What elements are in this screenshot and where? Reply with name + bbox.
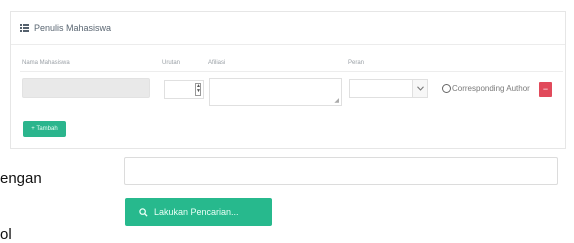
header-divider [20,71,563,72]
resize-grip-icon[interactable]: ◢ [334,98,339,104]
column-header-order: Urutan [162,60,181,66]
remove-author-button[interactable]: − [539,82,552,97]
background-search-input[interactable] [124,157,558,185]
list-icon [20,24,29,32]
student-authors-panel: Penulis Mahasiswa Nama Mahasiswa Urutan … [10,11,566,149]
corresponding-author-label: Corresponding Author [452,84,530,93]
chevron-down-icon [416,86,424,91]
background-text-fragment: engan [0,170,42,187]
add-author-button[interactable]: + Tambah [23,121,66,137]
column-header-role: Peran [348,60,365,66]
affiliation-textarea[interactable]: ◢ [209,78,342,106]
select-caret [412,80,427,97]
panel-header: Penulis Mahasiswa [11,12,565,45]
spinner-arrows-icon[interactable]: ▲ ▼ [195,83,201,96]
column-header-affiliation: Afiliasi [208,60,226,66]
role-select[interactable] [349,79,428,98]
panel-title: Penulis Mahasiswa [34,23,112,33]
search-button[interactable]: Lakukan Pencarian... [125,198,272,226]
column-header-name: Nama Mahasiswa [22,60,70,66]
search-button-label: Lakukan Pencarian... [154,207,239,217]
magnifier-icon [139,207,148,217]
background-text-fragment-2: ol [0,226,12,243]
student-name-field[interactable] [22,78,150,98]
order-number-input[interactable]: ▲ ▼ [164,80,204,99]
